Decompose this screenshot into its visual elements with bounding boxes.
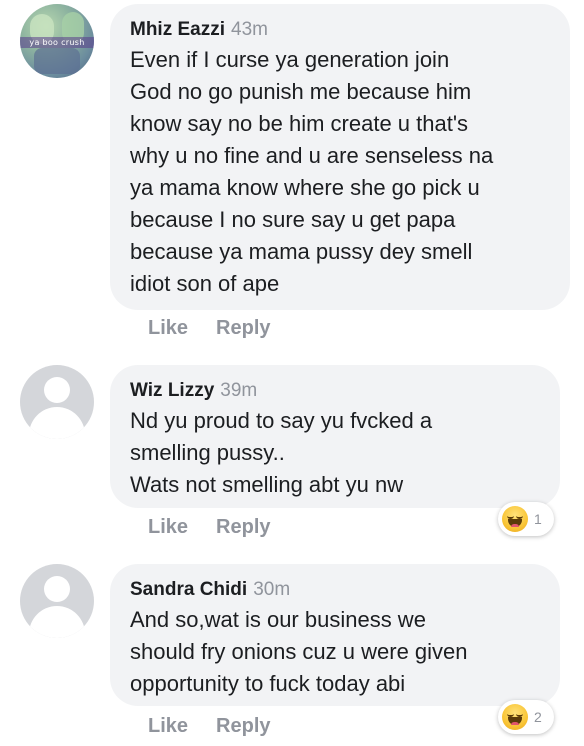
author-name[interactable]: Sandra Chidi (130, 579, 247, 600)
haha-icon (502, 704, 528, 730)
comment-meta: Sandra Chidi 30m (130, 578, 540, 602)
avatar-placeholder-body (29, 606, 85, 638)
reply-button[interactable]: Reply (216, 715, 270, 737)
comment-text: Even if I curse ya generation join God n… (130, 47, 494, 296)
comment-text: And so,wat is our business we should fry… (130, 607, 468, 696)
reaction-summary[interactable]: 2 (498, 700, 554, 734)
comment-bubble: Mhiz Eazzi 43m Even if I curse ya generat… (110, 4, 570, 310)
reply-button[interactable]: Reply (216, 516, 270, 538)
timestamp[interactable]: 43m (231, 19, 268, 40)
author-name[interactable]: Mhiz Eazzi (130, 19, 225, 40)
haha-icon-mouth (508, 717, 522, 725)
author-name[interactable]: Wiz Lizzy (130, 380, 214, 401)
avatar[interactable] (20, 365, 94, 439)
avatar-placeholder-head (44, 377, 70, 403)
reply-button[interactable]: Reply (216, 317, 270, 339)
reaction-summary[interactable]: 1 (498, 502, 554, 536)
avatar-placeholder-head (44, 576, 70, 602)
comment-text: Nd yu proud to say yu fvcked a smelling … (130, 408, 433, 497)
comment-actions: Like Reply (148, 516, 271, 539)
comment-meta: Mhiz Eazzi 43m (130, 18, 550, 42)
timestamp[interactable]: 30m (253, 579, 290, 600)
like-button[interactable]: Like (148, 516, 188, 538)
comment-bubble: Sandra Chidi 30m And so,wat is our busine… (110, 564, 560, 706)
avatar[interactable] (20, 564, 94, 638)
comment-actions: Like Reply (148, 317, 271, 340)
comment-meta: Wiz Lizzy 39m (130, 379, 540, 403)
timestamp[interactable]: 39m (220, 380, 257, 401)
avatar-caption: ya boo crush (20, 37, 94, 48)
haha-icon-mouth (508, 519, 522, 527)
like-button[interactable]: Like (148, 317, 188, 339)
reaction-count: 1 (534, 511, 542, 527)
like-button[interactable]: Like (148, 715, 188, 737)
avatar[interactable]: ya boo crush (20, 4, 94, 78)
reaction-count: 2 (534, 709, 542, 725)
avatar-placeholder-body (29, 407, 85, 439)
avatar-photo-part (34, 48, 80, 74)
comment-bubble: Wiz Lizzy 39m Nd yu proud to say yu fvcke… (110, 365, 560, 508)
comment-actions: Like Reply (148, 715, 271, 738)
haha-icon (502, 506, 528, 532)
